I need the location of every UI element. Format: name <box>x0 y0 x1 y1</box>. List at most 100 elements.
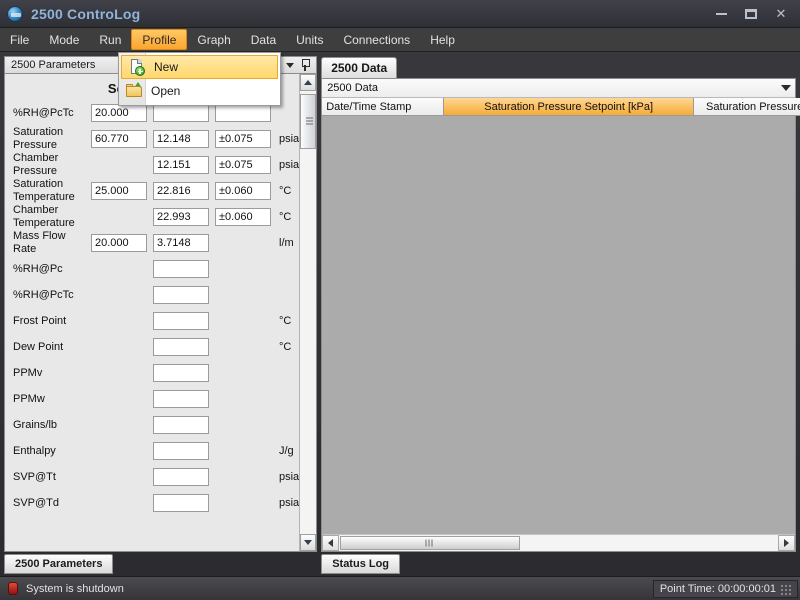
menu-file[interactable]: File <box>0 28 39 51</box>
scroll-left-button[interactable] <box>322 535 340 551</box>
column-header-datetime[interactable]: Date/Time Stamp <box>322 98 445 116</box>
uncertainty-field[interactable]: ±0.060 <box>215 208 271 226</box>
parameters-list: Setp U %RH@PcTc20.000Saturation Pressure… <box>5 74 299 551</box>
maximize-button[interactable] <box>736 3 766 25</box>
data-grid-header-row: Date/Time Stamp Saturation Pressure Setp… <box>322 98 800 116</box>
menu-item-new-label: New <box>154 60 179 74</box>
uncertainty-cell <box>215 104 277 122</box>
parameter-row: SVP@Td psia <box>5 490 299 516</box>
workspace: 2500 Parameters Setp U %RH@PcTc20.000Sat… <box>0 52 800 576</box>
status-bar: System is shutdown Point Time: 00:00:00:… <box>0 576 800 600</box>
title-bar: 2500 ControLog ✕ <box>0 0 800 28</box>
menu-units[interactable]: Units <box>286 28 333 51</box>
pin-icon[interactable] <box>300 59 311 71</box>
uncertainty-field[interactable] <box>215 104 271 122</box>
uncertainty-field[interactable]: ±0.075 <box>215 130 271 148</box>
menu-graph[interactable]: Graph <box>187 28 240 51</box>
actual-value-cell <box>153 260 215 278</box>
actual-value-field[interactable]: 12.151 <box>153 156 209 174</box>
setpoint-field[interactable]: 60.770 <box>91 130 147 148</box>
actual-value-field[interactable]: 22.816 <box>153 182 209 200</box>
point-time-text: Point Time: 00:00:00:01 <box>659 582 776 595</box>
setpoint-field[interactable]: 20.000 <box>91 104 147 122</box>
parameter-unit: psia <box>279 497 300 509</box>
parameter-unit: psia <box>279 159 300 171</box>
actual-value-cell: 22.993 <box>153 208 215 226</box>
uncertainty-field[interactable]: ±0.060 <box>215 182 271 200</box>
actual-value-field[interactable] <box>153 390 209 408</box>
actual-value-field[interactable] <box>153 312 209 330</box>
parameter-label: Grains/lb <box>13 418 58 431</box>
scroll-up-button[interactable] <box>300 74 317 91</box>
actual-value-cell <box>153 416 215 434</box>
setpoint-field[interactable]: 25.000 <box>91 182 147 200</box>
actual-value-cell <box>153 338 215 356</box>
menu-item-new[interactable]: New <box>121 55 278 79</box>
tab-status-log[interactable]: Status Log <box>321 554 401 574</box>
parameter-row: %RH@PcTc <box>5 282 299 308</box>
actual-value-field[interactable] <box>153 494 209 512</box>
parameter-label: %RH@PcTc <box>13 288 74 301</box>
actual-value-cell <box>153 312 215 330</box>
parameter-label: Dew Point <box>13 340 64 353</box>
scroll-track[interactable] <box>300 91 317 534</box>
tab-2500-data[interactable]: 2500 Data <box>321 57 398 78</box>
actual-value-field[interactable] <box>153 416 209 434</box>
actual-value-cell: 3.7148 <box>153 234 215 252</box>
menu-mode[interactable]: Mode <box>39 28 89 51</box>
actual-value-field[interactable] <box>153 104 209 122</box>
actual-value-field[interactable] <box>153 442 209 460</box>
data-pane: 2500 Data 2500 Data Date/Time Stamp Satu… <box>321 56 800 576</box>
scroll-right-button[interactable] <box>778 535 795 551</box>
parameter-label: Frost Point <box>13 314 67 327</box>
resize-grip-icon[interactable] <box>779 582 791 595</box>
point-time-indicator: Point Time: 00:00:00:01 <box>652 579 798 598</box>
actual-value-field[interactable] <box>153 468 209 486</box>
chevron-down-icon[interactable] <box>286 62 295 68</box>
actual-value-cell <box>153 442 215 460</box>
parameter-unit: J/g <box>279 445 294 457</box>
actual-value-field[interactable]: 22.993 <box>153 208 209 226</box>
actual-value-field[interactable]: 12.148 <box>153 130 209 148</box>
parameter-unit: °C <box>279 211 292 223</box>
actual-value-field[interactable] <box>153 260 209 278</box>
scroll-thumb[interactable] <box>300 94 317 149</box>
data-grid-horizontal-scrollbar[interactable] <box>322 534 795 551</box>
new-document-icon <box>128 58 146 76</box>
parameter-unit: l/m <box>279 237 294 249</box>
minimize-button[interactable] <box>706 3 736 25</box>
menu-data[interactable]: Data <box>241 28 286 51</box>
actual-value-field[interactable] <box>153 286 209 304</box>
actual-value-field[interactable]: 3.7148 <box>153 234 209 252</box>
parameter-row: Dew Point °C <box>5 334 299 360</box>
menu-bar: File Mode Run Profile Graph Data Units C… <box>0 28 800 52</box>
column-header-sat-pressure[interactable]: Saturation Pressure [kPa] <box>694 98 800 116</box>
menu-run[interactable]: Run <box>89 28 131 51</box>
close-button[interactable]: ✕ <box>766 3 796 25</box>
actual-value-field[interactable] <box>153 338 209 356</box>
menu-profile[interactable]: Profile <box>131 29 188 50</box>
actual-value-cell <box>153 364 215 382</box>
parameter-label: %RH@Pc <box>13 262 63 275</box>
menu-help[interactable]: Help <box>420 28 465 51</box>
data-grid-rows[interactable] <box>322 116 795 534</box>
actual-value-field[interactable] <box>153 364 209 382</box>
uncertainty-field[interactable]: ±0.075 <box>215 156 271 174</box>
scroll-down-button[interactable] <box>300 534 317 551</box>
actual-value-cell <box>153 104 215 122</box>
menu-connections[interactable]: Connections <box>333 28 420 51</box>
window-controls: ✕ <box>706 3 796 25</box>
hscroll-track[interactable] <box>339 535 778 551</box>
menu-item-open[interactable]: Open <box>119 79 280 103</box>
actual-value-cell <box>153 494 215 512</box>
data-tabstrip: 2500 Data <box>321 56 796 78</box>
column-header-sat-pressure-setpoint[interactable]: Saturation Pressure Setpoint [kPa] <box>444 98 695 116</box>
hscroll-thumb[interactable] <box>340 536 521 550</box>
setpoint-field[interactable]: 20.000 <box>91 234 147 252</box>
parameters-vertical-scrollbar[interactable] <box>299 74 317 551</box>
dataset-selector[interactable]: 2500 Data <box>322 79 795 98</box>
tab-2500-parameters[interactable]: 2500 Parameters <box>4 554 114 574</box>
parameter-row: Chamber Temperature 22.993 ±0.060 °C <box>5 204 299 230</box>
parameter-row: Mass Flow Rate 20.000 3.7148 l/m <box>5 230 299 256</box>
chevron-down-icon[interactable] <box>781 85 791 91</box>
